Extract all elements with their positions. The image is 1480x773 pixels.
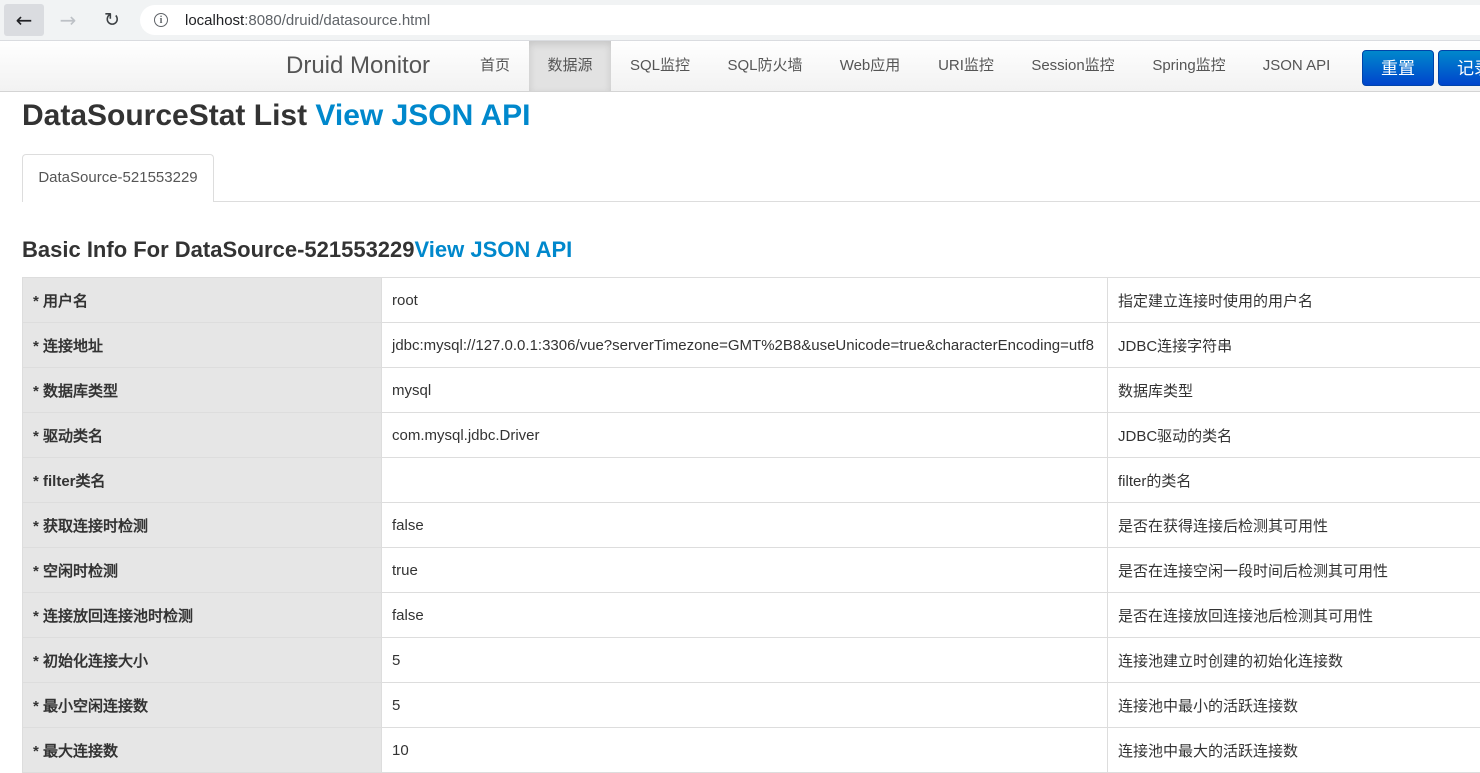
row-key: * 最大连接数 [23, 728, 382, 773]
row-value: true [382, 548, 1108, 593]
table-row: * 最小空闲连接数 5 连接池中最小的活跃连接数 [23, 683, 1480, 728]
forward-arrow-icon[interactable]: → [48, 4, 88, 36]
row-value: com.mysql.jdbc.Driver [382, 413, 1108, 458]
nav-item-sql-monitor[interactable]: SQL监控 [611, 41, 709, 91]
row-key: * 获取连接时检测 [23, 503, 382, 548]
nav-item-spring-monitor[interactable]: Spring监控 [1133, 41, 1245, 91]
tab-datasource[interactable]: DataSource-521553229 [22, 154, 214, 202]
row-desc: 数据库类型 [1108, 368, 1480, 413]
row-key: * 驱动类名 [23, 413, 382, 458]
table-row: * 连接放回连接池时检测 false 是否在连接放回连接池后检测其可用性 [23, 593, 1480, 638]
tabs-divider [22, 201, 1480, 202]
back-arrow-icon[interactable]: ← [4, 4, 44, 36]
url-text[interactable]: localhost:8080/druid/datasource.html [185, 12, 430, 29]
nav-item-uri-monitor[interactable]: URI监控 [919, 41, 1013, 91]
row-desc: 是否在连接放回连接池后检测其可用性 [1108, 593, 1480, 638]
top-navbar: Druid Monitor 首页 数据源 SQL监控 SQL防火墙 Web应用 … [0, 41, 1480, 92]
row-desc: 连接池建立时创建的初始化连接数 [1108, 638, 1480, 683]
reload-icon[interactable]: ↻ [92, 4, 132, 36]
row-value: mysql [382, 368, 1108, 413]
table-row: * 获取连接时检测 false 是否在获得连接后检测其可用性 [23, 503, 1480, 548]
nav-item-sql-firewall[interactable]: SQL防火墙 [709, 41, 821, 91]
page-title-text: DataSourceStat List [22, 99, 315, 132]
table-row: * 驱动类名 com.mysql.jdbc.Driver JDBC驱动的类名 [23, 413, 1480, 458]
row-desc: 是否在获得连接后检测其可用性 [1108, 503, 1480, 548]
row-value: 5 [382, 638, 1108, 683]
reset-button[interactable]: 重置 [1362, 50, 1434, 86]
row-desc: JDBC驱动的类名 [1108, 413, 1480, 458]
table-row: * 连接地址 jdbc:mysql://127.0.0.1:3306/vue?s… [23, 323, 1480, 368]
row-value: 5 [382, 683, 1108, 728]
table-row: * 数据库类型 mysql 数据库类型 [23, 368, 1480, 413]
table-row: * filter类名 filter的类名 [23, 458, 1480, 503]
basic-info-table: * 用户名 root 指定建立连接时使用的用户名 * 连接地址 jdbc:mys… [22, 277, 1480, 773]
row-desc: 指定建立连接时使用的用户名 [1108, 278, 1480, 323]
row-key: * 用户名 [23, 278, 382, 323]
row-value: jdbc:mysql://127.0.0.1:3306/vue?serverTi… [382, 323, 1108, 368]
table-row: * 空闲时检测 true 是否在连接空闲一段时间后检测其可用性 [23, 548, 1480, 593]
row-key: * 连接放回连接池时检测 [23, 593, 382, 638]
row-key: * filter类名 [23, 458, 382, 503]
section-title-text: Basic Info For DataSource-521553229 [22, 237, 415, 262]
row-value: 10 [382, 728, 1108, 773]
url-host: localhost [185, 12, 244, 29]
nav-item-datasource[interactable]: 数据源 [529, 41, 611, 91]
browser-toolbar: ← → ↻ i localhost:8080/druid/datasource.… [0, 0, 1480, 41]
table-row: * 最大连接数 10 连接池中最大的活跃连接数 [23, 728, 1480, 773]
nav-item-web-app[interactable]: Web应用 [821, 41, 919, 91]
row-value: false [382, 503, 1108, 548]
url-path: :8080/druid/datasource.html [244, 12, 430, 29]
row-key: * 数据库类型 [23, 368, 382, 413]
row-desc: 是否在连接空闲一段时间后检测其可用性 [1108, 548, 1480, 593]
row-desc: 连接池中最小的活跃连接数 [1108, 683, 1480, 728]
brand-title[interactable]: Druid Monitor [286, 52, 430, 80]
row-key: * 连接地址 [23, 323, 382, 368]
row-value: false [382, 593, 1108, 638]
site-info-icon[interactable]: i [154, 13, 168, 27]
table-row: * 用户名 root 指定建立连接时使用的用户名 [23, 278, 1480, 323]
section-json-api-link[interactable]: View JSON API [415, 237, 573, 262]
nav-item-home[interactable]: 首页 [461, 41, 529, 91]
row-value: root [382, 278, 1108, 323]
address-bar[interactable]: i localhost:8080/druid/datasource.html [140, 5, 1480, 35]
row-desc: JDBC连接字符串 [1108, 323, 1480, 368]
section-title: Basic Info For DataSource-521553229View … [22, 237, 572, 263]
record-button[interactable]: 记录 [1438, 50, 1480, 86]
view-json-api-link[interactable]: View JSON API [315, 99, 530, 132]
nav-item-json-api[interactable]: JSON API [1245, 41, 1348, 91]
row-desc: filter的类名 [1108, 458, 1480, 503]
row-key: * 初始化连接大小 [23, 638, 382, 683]
table-row: * 初始化连接大小 5 连接池建立时创建的初始化连接数 [23, 638, 1480, 683]
row-desc: 连接池中最大的活跃连接数 [1108, 728, 1480, 773]
page-title: DataSourceStat List View JSON API [22, 99, 531, 133]
row-value [382, 458, 1108, 503]
nav-item-session-monitor[interactable]: Session监控 [1013, 41, 1133, 91]
row-key: * 最小空闲连接数 [23, 683, 382, 728]
row-key: * 空闲时检测 [23, 548, 382, 593]
